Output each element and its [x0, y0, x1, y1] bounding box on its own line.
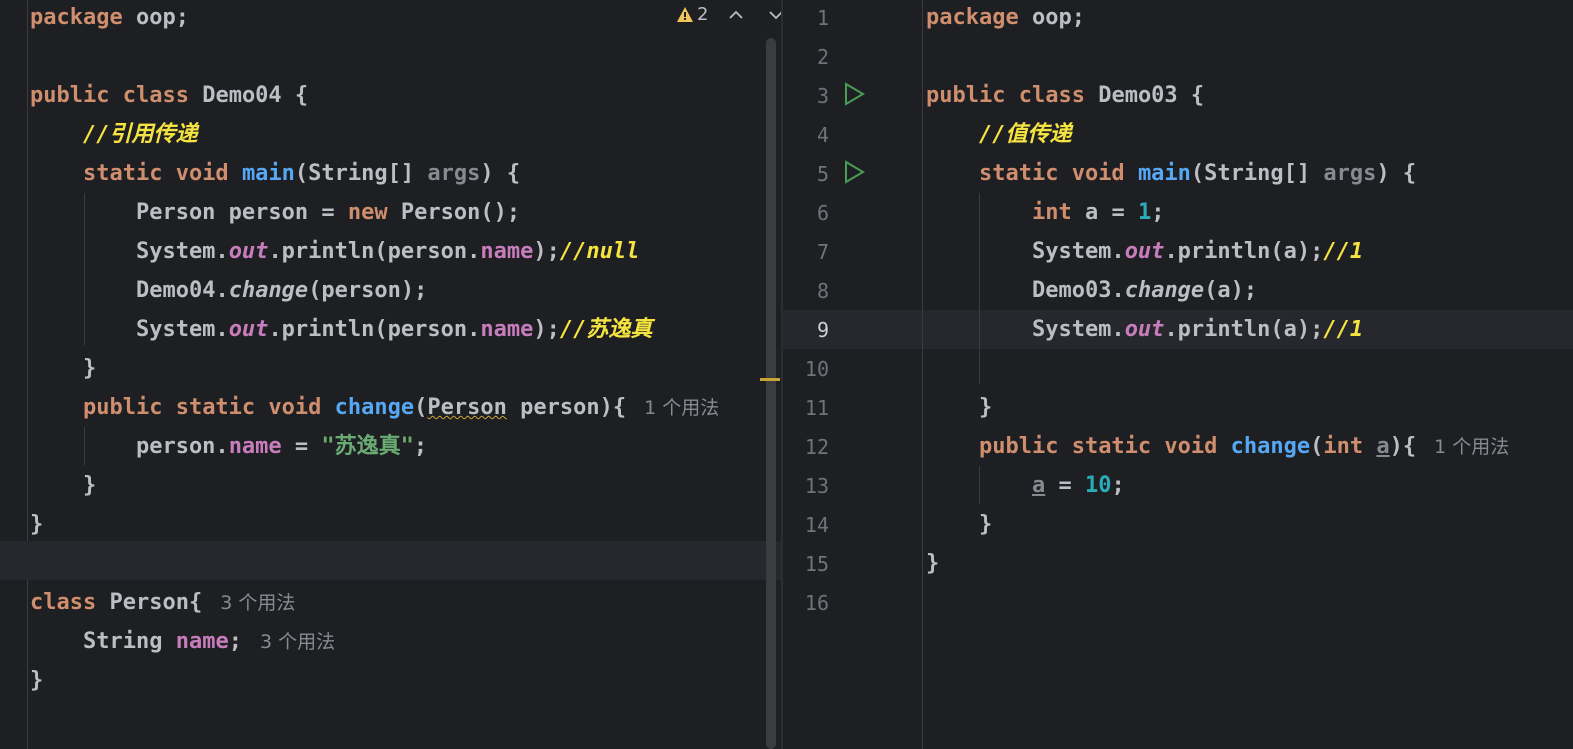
comment: //苏逸真 [559, 317, 653, 342]
code-line: a = 10; [1031, 473, 1125, 498]
code-line: } [30, 356, 97, 381]
right-editor-pane[interactable]: 1 2 3 4 5 6 7 8 9 10 11 12 13 14 15 16 p… [783, 0, 1573, 749]
warning-stripe-marker[interactable] [760, 378, 780, 381]
code-line: package oop; [926, 5, 1085, 30]
comment: //null [559, 239, 640, 264]
code-line: //引用传递 [30, 117, 719, 156]
class-name: Demo03 [1098, 83, 1178, 108]
comment: //值传递 [978, 122, 1072, 147]
current-line-number: 9 [816, 318, 829, 342]
line-number: 11 [804, 396, 829, 420]
left-gutter-border [27, 0, 28, 749]
line-number: 5 [816, 162, 829, 186]
line-number: 12 [804, 435, 829, 459]
vertical-scrollbar[interactable] [766, 38, 776, 749]
code-line: public class Demo04 { [30, 83, 309, 108]
code-line: //值传递 [926, 117, 1509, 156]
code-line: Demo04.change(person); [135, 278, 428, 303]
comment: //1 [1323, 239, 1364, 264]
line-number: 6 [816, 201, 829, 225]
code-line: public static void change(int a){1 个用法 [978, 434, 1510, 459]
run-main-icon[interactable] [843, 160, 865, 184]
code-line: } [30, 512, 44, 537]
line-number: 8 [816, 279, 829, 303]
string-literal: "苏逸真" [321, 434, 414, 459]
warning-count: 2 [697, 4, 709, 25]
code-line: person.name = "苏逸真"; [30, 434, 428, 459]
line-number: 13 [804, 474, 829, 498]
code-line: System.out.println(person.name);//苏逸真 [30, 317, 653, 342]
line-number: 2 [816, 45, 829, 69]
inspection-widget[interactable]: 2 [676, 4, 781, 25]
code-line: } [926, 395, 993, 420]
line-number-gutter[interactable]: 1 2 3 4 5 6 7 8 9 10 11 12 13 14 15 16 [783, 0, 829, 624]
code-line: public static void change(Person person)… [82, 395, 720, 420]
code-line: System.out.println(a);//1 [926, 239, 1364, 264]
code-line: } [926, 551, 940, 576]
code-line: } [30, 473, 97, 498]
previous-highlight-icon[interactable] [728, 9, 744, 21]
run-class-icon[interactable] [843, 82, 865, 106]
right-gutter-border [922, 0, 923, 749]
code-line: Demo03.change(a); [1031, 278, 1258, 303]
code-line: Person person = new Person(); [30, 200, 521, 225]
usage-hint[interactable]: 1 个用法 [644, 397, 719, 419]
line-number: 1 [816, 6, 829, 30]
line-number: 7 [816, 240, 829, 264]
left-editor-pane[interactable]: package oop; public class Demo04 { //引用传… [0, 0, 781, 749]
code-line: static void main(String[] args) { [978, 161, 1417, 186]
line-number: 16 [804, 591, 829, 615]
usage-hint[interactable]: 1 个用法 [1434, 436, 1509, 458]
line-number: 3 [816, 84, 829, 108]
code-line: } [926, 512, 993, 537]
line-number: 14 [804, 513, 829, 537]
code-line: System.out.println(a);//1 [926, 317, 1364, 342]
line-number: 10 [804, 357, 829, 381]
comment: //引用传递 [82, 122, 198, 147]
line-number: 15 [804, 552, 829, 576]
comment: //1 [1323, 317, 1364, 342]
usage-hint[interactable]: 3 个用法 [260, 631, 335, 653]
code-line: package oop; [30, 5, 189, 30]
warning-indicator[interactable]: 2 [676, 4, 708, 25]
warning-icon [677, 7, 693, 22]
usage-hint[interactable]: 3 个用法 [220, 592, 295, 614]
code-line: static void main(String[] args) { [82, 161, 521, 186]
code-line: int a = 1; [1031, 200, 1165, 225]
code-line: public class Demo03 { [926, 83, 1205, 108]
code-line: class Person{3 个用法 [30, 590, 296, 615]
next-highlight-icon[interactable] [768, 9, 781, 21]
class-name: Demo04 [202, 83, 282, 108]
left-code-area[interactable]: package oop; public class Demo04 { //引用传… [30, 0, 719, 702]
code-line: String name; 3 个用法 [30, 629, 336, 654]
line-number: 4 [816, 123, 829, 147]
code-line: } [30, 668, 44, 693]
code-line: System.out.println(person.name);//null [30, 239, 640, 264]
right-code-area[interactable]: package oop; public class Demo03 { //值传递… [926, 0, 1509, 624]
